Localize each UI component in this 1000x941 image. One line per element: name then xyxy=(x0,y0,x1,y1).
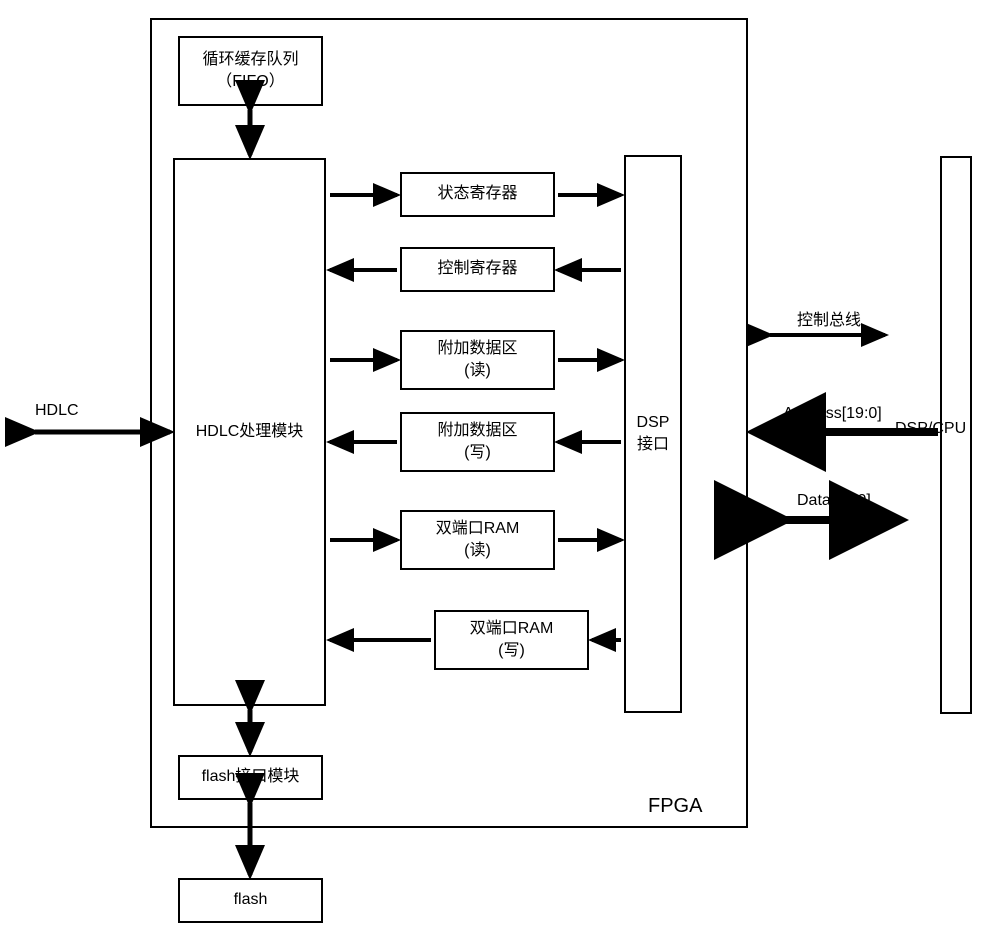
address-bus-label: Address[19:0] xyxy=(783,405,882,423)
dsp-cpu-label: DSP/CPU xyxy=(895,420,966,438)
dsp-interface-box: DSP 接口 xyxy=(624,155,682,713)
extra-data-read-box: 附加数据区 (读) xyxy=(400,330,555,390)
fpga-label: FPGA xyxy=(648,795,702,818)
dsp-interface-text1: DSP xyxy=(637,412,670,434)
status-register-box: 状态寄存器 xyxy=(400,172,555,217)
flash-interface-box: flash接口模块 xyxy=(178,755,323,800)
flash-box: flash xyxy=(178,878,323,923)
dpram-read-text2: (读) xyxy=(464,540,491,562)
fifo-box: 循环缓存队列 （FIFO） xyxy=(178,36,323,106)
dpram-write-box: 双端口RAM (写) xyxy=(434,610,589,670)
hdlc-external-label: HDLC xyxy=(35,402,79,420)
extra-write-text1: 附加数据区 xyxy=(437,420,517,442)
dpram-read-text1: 双端口RAM xyxy=(436,518,520,540)
control-register-box: 控制寄存器 xyxy=(400,247,555,292)
dpram-read-box: 双端口RAM (读) xyxy=(400,510,555,570)
extra-write-text2: (写) xyxy=(464,442,491,464)
extra-read-text2: (读) xyxy=(464,360,491,382)
dpram-write-text1: 双端口RAM xyxy=(470,618,554,640)
data-bus-label: Data[15:0] xyxy=(797,492,871,510)
dsp-interface-text2: 接口 xyxy=(637,434,669,456)
hdlc-module-box: HDLC处理模块 xyxy=(173,158,326,706)
dpram-write-text2: (写) xyxy=(498,640,525,662)
control-bus-label: 控制总线 xyxy=(797,306,861,330)
extra-data-write-box: 附加数据区 (写) xyxy=(400,412,555,472)
extra-read-text1: 附加数据区 xyxy=(437,338,517,360)
diagram-canvas: FPGA 循环缓存队列 （FIFO） HDLC处理模块 flash接口模块 fl… xyxy=(0,0,1000,941)
